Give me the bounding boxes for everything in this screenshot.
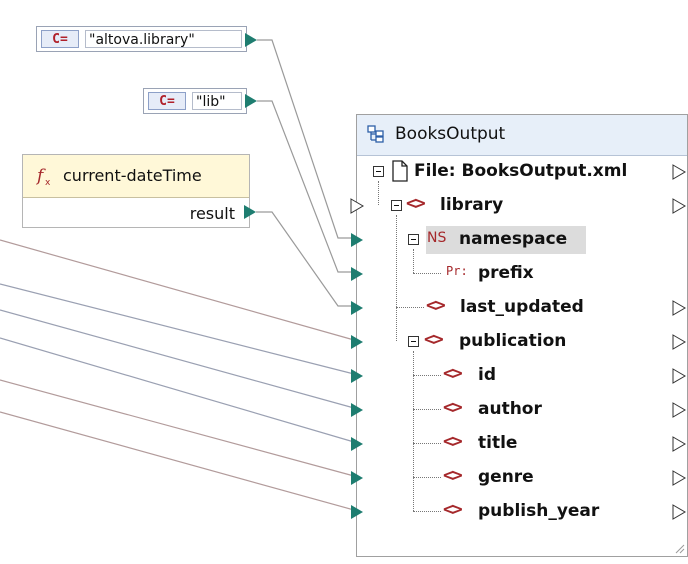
element-icon: <>: [406, 193, 426, 214]
input-connector-icon[interactable]: [350, 198, 364, 214]
svg-text:x: x: [45, 178, 51, 187]
element-icon: <>: [443, 397, 463, 418]
input-connector-icon[interactable]: [350, 334, 364, 350]
constant-value[interactable]: "lib": [192, 92, 242, 110]
tree-line: [413, 443, 441, 444]
tree-line: [413, 477, 441, 478]
node-title[interactable]: title: [478, 433, 517, 453]
input-connector-icon[interactable]: [350, 504, 364, 520]
node-library[interactable]: library: [440, 195, 503, 215]
xml-schema-icon: [367, 125, 384, 143]
node-publication[interactable]: publication: [459, 331, 566, 351]
node-genre[interactable]: genre: [478, 467, 534, 487]
output-connector-icon[interactable]: [672, 300, 686, 316]
output-connector-icon[interactable]: [672, 504, 686, 520]
input-connector-icon[interactable]: [350, 436, 364, 452]
input-connector-icon[interactable]: [350, 368, 364, 384]
collapse-toggle[interactable]: [408, 234, 419, 245]
collapse-toggle[interactable]: [373, 166, 384, 177]
node-namespace[interactable]: namespace: [459, 229, 567, 249]
component-title: BooksOutput: [395, 124, 506, 144]
input-connector-icon[interactable]: [350, 402, 364, 418]
constant-altova-library[interactable]: C= "altova.library": [36, 26, 247, 52]
tree-line: [413, 273, 441, 274]
output-connector-icon[interactable]: [672, 164, 686, 180]
collapse-toggle[interactable]: [408, 336, 419, 347]
function-icon: f x: [35, 166, 51, 187]
node-id[interactable]: id: [478, 365, 496, 385]
output-connector-icon[interactable]: [243, 204, 257, 220]
constant-lib[interactable]: C= "lib": [143, 88, 247, 114]
input-connector-icon[interactable]: [350, 266, 364, 282]
wire-lib-constant[interactable]: [257, 100, 354, 273]
input-connector-icon[interactable]: [350, 300, 364, 316]
tree-line: [413, 409, 441, 410]
output-connector-icon[interactable]: [672, 368, 686, 384]
resize-grip-icon[interactable]: [673, 542, 685, 554]
namespace-icon: NS: [427, 230, 447, 246]
component-header[interactable]: BooksOutput: [357, 115, 687, 156]
wire-result[interactable]: [256, 211, 354, 307]
function-current-datetime[interactable]: f x current-dateTime result: [22, 154, 250, 228]
element-icon: <>: [443, 363, 463, 384]
element-icon: <>: [443, 465, 463, 486]
constant-icon: C=: [148, 92, 186, 110]
element-icon: <>: [426, 295, 446, 316]
collapse-toggle[interactable]: [391, 200, 402, 211]
node-prefix[interactable]: prefix: [478, 263, 534, 283]
output-connector-icon[interactable]: [672, 436, 686, 452]
function-header[interactable]: f x current-dateTime: [23, 155, 249, 198]
prefix-icon: Pr:: [446, 264, 468, 278]
output-connector-icon[interactable]: [244, 93, 258, 109]
node-last-updated[interactable]: last_updated: [460, 297, 584, 317]
file-node-label[interactable]: File: BooksOutput.xml: [414, 161, 627, 181]
file-icon: [392, 160, 408, 182]
input-connector-icon[interactable]: [350, 470, 364, 486]
wire-library-constant[interactable]: [257, 39, 354, 239]
tree-line: [396, 215, 397, 341]
element-icon: <>: [443, 499, 463, 520]
tree-line: [378, 181, 379, 205]
node-publish-year[interactable]: publish_year: [478, 501, 599, 521]
function-name: current-dateTime: [63, 166, 202, 185]
output-connector-icon[interactable]: [672, 334, 686, 350]
function-output-label: result: [189, 204, 235, 223]
tree-line: [413, 375, 441, 376]
node-author[interactable]: author: [478, 399, 542, 419]
wire-incoming-2[interactable]: [0, 283, 355, 375]
input-connector-icon[interactable]: [350, 232, 364, 248]
output-connector-icon[interactable]: [244, 32, 258, 48]
output-connector-icon[interactable]: [672, 470, 686, 486]
element-icon: <>: [424, 329, 444, 350]
element-icon: <>: [443, 431, 463, 452]
tree-line: [413, 511, 441, 512]
output-connector-icon[interactable]: [672, 198, 686, 214]
tree-line: [396, 307, 424, 308]
constant-icon: C=: [41, 30, 79, 48]
constant-value[interactable]: "altova.library": [85, 30, 242, 48]
tree-line: [413, 249, 414, 273]
output-connector-icon[interactable]: [672, 402, 686, 418]
